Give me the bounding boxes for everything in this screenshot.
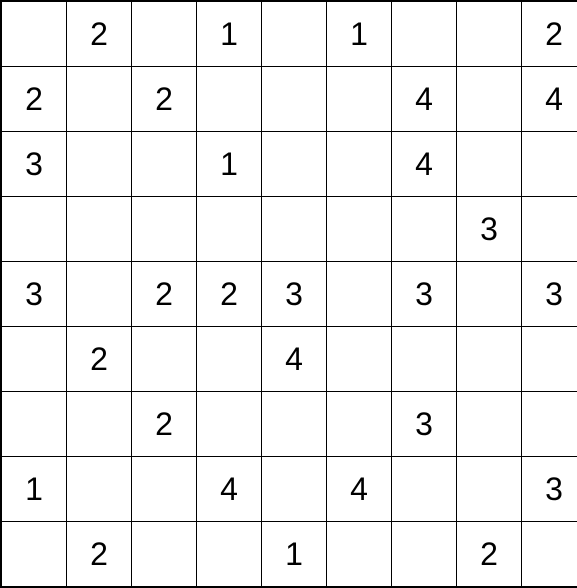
grid-cell[interactable] <box>262 67 327 132</box>
grid-cell[interactable]: 4 <box>392 67 457 132</box>
grid-cell[interactable] <box>327 392 392 457</box>
grid-cell[interactable] <box>1 522 67 588</box>
grid-cell[interactable]: 1 <box>1 457 67 522</box>
grid-cell[interactable] <box>522 197 577 262</box>
grid-cell[interactable] <box>197 392 262 457</box>
grid-cell[interactable]: 2 <box>67 522 132 588</box>
grid-cell[interactable] <box>262 1 327 67</box>
grid-cell[interactable]: 3 <box>522 457 577 522</box>
grid-cell[interactable]: 4 <box>392 132 457 197</box>
grid-cell[interactable]: 3 <box>392 392 457 457</box>
grid-cell[interactable] <box>67 67 132 132</box>
grid-row: 2 1 2 <box>1 522 577 588</box>
grid-row: 2 4 <box>1 327 577 392</box>
grid-cell[interactable] <box>132 327 197 392</box>
grid-cell[interactable] <box>457 327 522 392</box>
grid-cell[interactable]: 4 <box>262 327 327 392</box>
grid-cell[interactable] <box>327 132 392 197</box>
grid-cell[interactable]: 2 <box>522 1 577 67</box>
grid-cell[interactable] <box>197 197 262 262</box>
grid-cell[interactable] <box>1 392 67 457</box>
grid-cell[interactable]: 4 <box>197 457 262 522</box>
grid-cell[interactable] <box>327 197 392 262</box>
grid-cell[interactable] <box>132 522 197 588</box>
grid-cell[interactable]: 2 <box>197 262 262 327</box>
grid-cell[interactable]: 1 <box>262 522 327 588</box>
grid-cell[interactable] <box>457 1 522 67</box>
grid-cell[interactable] <box>522 392 577 457</box>
grid-cell[interactable] <box>67 262 132 327</box>
grid-cell[interactable] <box>197 522 262 588</box>
grid-cell[interactable] <box>1 1 67 67</box>
grid-cell[interactable]: 3 <box>262 262 327 327</box>
grid-cell[interactable]: 2 <box>457 522 522 588</box>
grid-cell[interactable]: 3 <box>457 197 522 262</box>
grid-cell[interactable] <box>457 132 522 197</box>
grid-row: 2 1 1 2 <box>1 1 577 67</box>
grid-cell[interactable] <box>392 522 457 588</box>
grid-cell[interactable] <box>132 132 197 197</box>
grid-row: 3 2 2 3 3 3 <box>1 262 577 327</box>
grid-cell[interactable] <box>262 197 327 262</box>
grid-cell[interactable]: 4 <box>327 457 392 522</box>
grid-cell[interactable] <box>262 132 327 197</box>
grid-cell[interactable] <box>132 457 197 522</box>
grid-cell[interactable] <box>327 67 392 132</box>
grid-cell[interactable] <box>392 457 457 522</box>
grid-cell[interactable]: 3 <box>392 262 457 327</box>
grid-cell[interactable]: 2 <box>67 327 132 392</box>
grid-cell[interactable] <box>132 197 197 262</box>
grid-cell[interactable]: 1 <box>327 1 392 67</box>
grid-cell[interactable] <box>67 457 132 522</box>
grid-cell[interactable]: 3 <box>522 262 577 327</box>
grid-cell[interactable] <box>392 1 457 67</box>
grid-cell[interactable] <box>327 262 392 327</box>
grid-cell[interactable] <box>327 327 392 392</box>
grid-cell[interactable]: 1 <box>197 132 262 197</box>
grid-cell[interactable]: 2 <box>132 392 197 457</box>
grid-cell[interactable] <box>67 132 132 197</box>
grid-cell[interactable] <box>457 262 522 327</box>
grid-cell[interactable]: 2 <box>132 262 197 327</box>
grid-body: 2 1 1 2 2 2 4 4 3 1 4 <box>1 1 577 587</box>
grid-cell[interactable] <box>197 327 262 392</box>
grid-cell[interactable]: 4 <box>522 67 577 132</box>
grid-cell[interactable]: 1 <box>197 1 262 67</box>
grid-cell[interactable] <box>522 327 577 392</box>
grid-cell[interactable]: 2 <box>67 1 132 67</box>
grid-cell[interactable]: 2 <box>132 67 197 132</box>
grid-cell[interactable] <box>262 392 327 457</box>
number-grid: 2 1 1 2 2 2 4 4 3 1 4 <box>0 0 577 588</box>
grid-cell[interactable] <box>1 197 67 262</box>
grid-cell[interactable] <box>392 197 457 262</box>
grid-cell[interactable] <box>67 392 132 457</box>
grid-cell[interactable] <box>457 67 522 132</box>
grid-cell[interactable] <box>522 132 577 197</box>
grid-cell[interactable]: 2 <box>1 67 67 132</box>
grid-cell[interactable] <box>457 457 522 522</box>
grid-cell[interactable] <box>132 1 197 67</box>
grid-row: 1 4 4 3 <box>1 457 577 522</box>
grid-row: 3 1 4 <box>1 132 577 197</box>
grid-cell[interactable] <box>1 327 67 392</box>
grid-cell[interactable]: 3 <box>1 132 67 197</box>
grid-cell[interactable]: 3 <box>1 262 67 327</box>
grid-cell[interactable] <box>262 457 327 522</box>
grid-cell[interactable] <box>67 197 132 262</box>
grid-cell[interactable] <box>197 67 262 132</box>
grid-row: 2 3 <box>1 392 577 457</box>
grid-row: 2 2 4 4 <box>1 67 577 132</box>
grid-cell[interactable] <box>522 522 577 588</box>
grid-cell[interactable] <box>457 392 522 457</box>
grid-cell[interactable] <box>392 327 457 392</box>
grid-cell[interactable] <box>327 522 392 588</box>
grid-row: 3 <box>1 197 577 262</box>
